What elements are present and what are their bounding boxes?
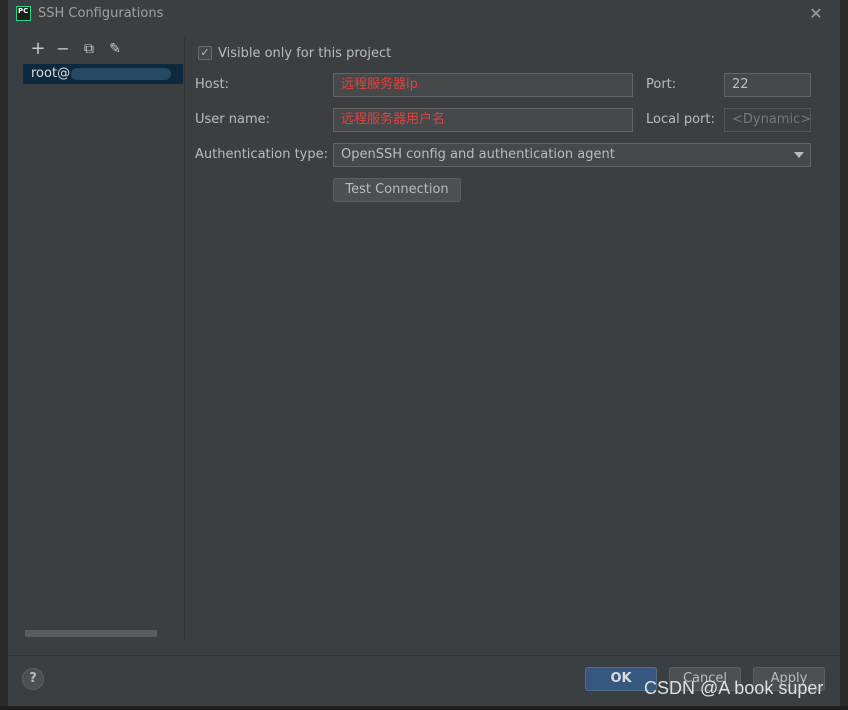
add-icon[interactable]: +	[29, 40, 47, 58]
local-port-label: Local port:	[646, 112, 715, 127]
username-label: User name:	[195, 112, 271, 127]
pycharm-app-icon: PC	[16, 6, 31, 21]
edit-icon[interactable]: ✎	[106, 40, 124, 58]
auth-type-label: Authentication type:	[195, 147, 328, 162]
title-bar: PC SSH Configurations ✕	[8, 0, 840, 30]
horizontal-scrollbar[interactable]	[25, 630, 157, 637]
footer-divider	[8, 655, 840, 656]
panel-divider	[184, 38, 185, 640]
local-port-input[interactable]: <Dynamic>	[724, 108, 811, 132]
config-label: root@	[31, 66, 71, 81]
test-connection-button[interactable]: Test Connection	[333, 178, 461, 202]
help-icon[interactable]: ?	[22, 668, 44, 690]
host-input[interactable]: 远程服务器ip	[333, 73, 633, 97]
username-input[interactable]: 远程服务器用户名	[333, 108, 633, 132]
visible-only-checkbox[interactable]: ✓	[198, 46, 212, 60]
remove-icon[interactable]: −	[54, 40, 72, 58]
chevron-down-icon	[794, 152, 804, 158]
ssh-configurations-dialog: PC SSH Configurations ✕ + − ⧉ ✎ root@ ✓ …	[8, 0, 840, 706]
port-input[interactable]: 22	[724, 73, 811, 97]
auth-type-select[interactable]: OpenSSH config and authentication agent	[333, 143, 811, 167]
config-list-panel: + − ⧉ ✎ root@	[23, 38, 185, 640]
port-label: Port:	[646, 77, 677, 92]
close-icon[interactable]: ✕	[806, 4, 826, 24]
host-label: Host:	[195, 77, 229, 92]
config-list-item[interactable]: root@	[23, 64, 183, 84]
background-editor	[0, 0, 8, 710]
app-icon-text: PC	[18, 7, 29, 15]
redacted-host	[71, 68, 171, 80]
csdn-watermark: CSDN @A book super	[644, 678, 824, 698]
bottom-strip	[0, 706, 848, 710]
visible-only-label: Visible only for this project	[218, 46, 392, 61]
copy-icon[interactable]: ⧉	[80, 40, 98, 58]
auth-type-value: OpenSSH config and authentication agent	[341, 147, 615, 162]
window-title: SSH Configurations	[38, 6, 164, 21]
